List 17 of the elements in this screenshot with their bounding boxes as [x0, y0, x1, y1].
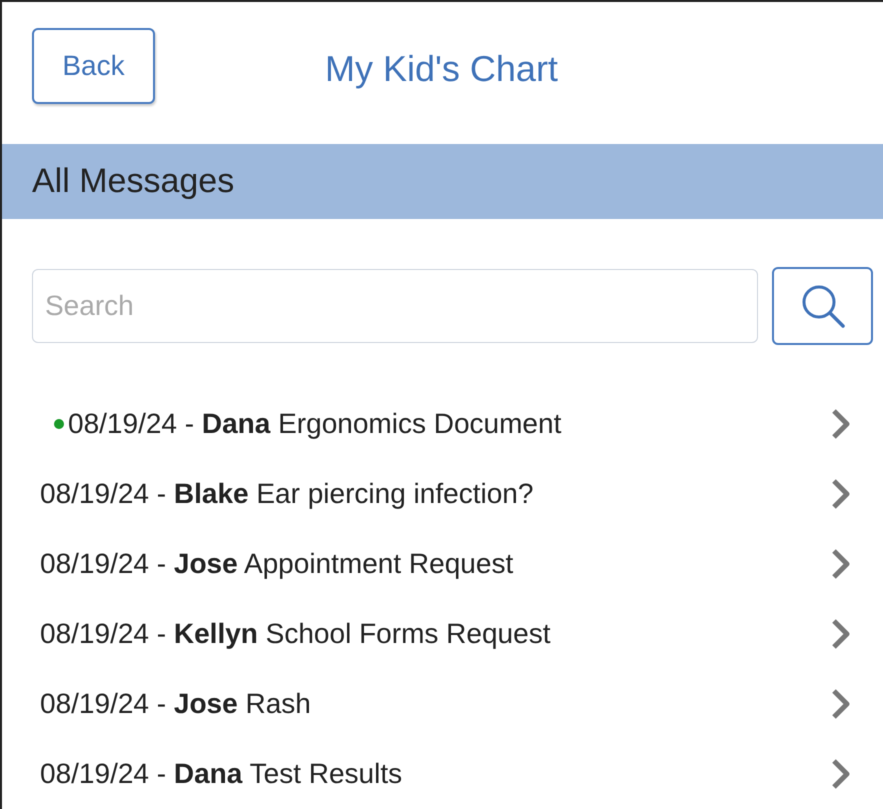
message-text: 08/19/24 - Jose Appointment Request [40, 547, 514, 581]
message-text: 08/19/24 - Dana Test Results [40, 757, 404, 791]
message-text: 08/19/24 - Blake Ear piercing infection? [40, 477, 534, 511]
message-text: 08/19/24 - Jose Rash [40, 687, 312, 721]
message-text: 08/19/24 - Kellyn School Forms Request [40, 617, 552, 651]
message-row[interactable]: 08/19/24 - Kellyn School Forms Request [2, 599, 883, 669]
section-title: All Messages [32, 161, 234, 202]
message-text: 08/19/24 - Dana Ergonomics Document [68, 407, 562, 441]
message-row[interactable]: 08/19/24 - Blake Ear piercing infection? [2, 459, 883, 529]
message-row[interactable]: 08/19/24 - Jose Rash [2, 669, 883, 739]
search-button[interactable] [772, 267, 873, 345]
page-title: My Kid's Chart [325, 47, 558, 91]
back-button[interactable]: Back [32, 28, 155, 104]
message-row[interactable]: 08/19/24 - Dana Test Results [2, 739, 883, 809]
search-field[interactable]: Search [32, 269, 758, 343]
message-row[interactable]: 08/19/24 - Jose Appointment Request [2, 529, 883, 599]
message-row[interactable]: 08/19/24 - Dana Ergonomics Document [2, 389, 883, 459]
